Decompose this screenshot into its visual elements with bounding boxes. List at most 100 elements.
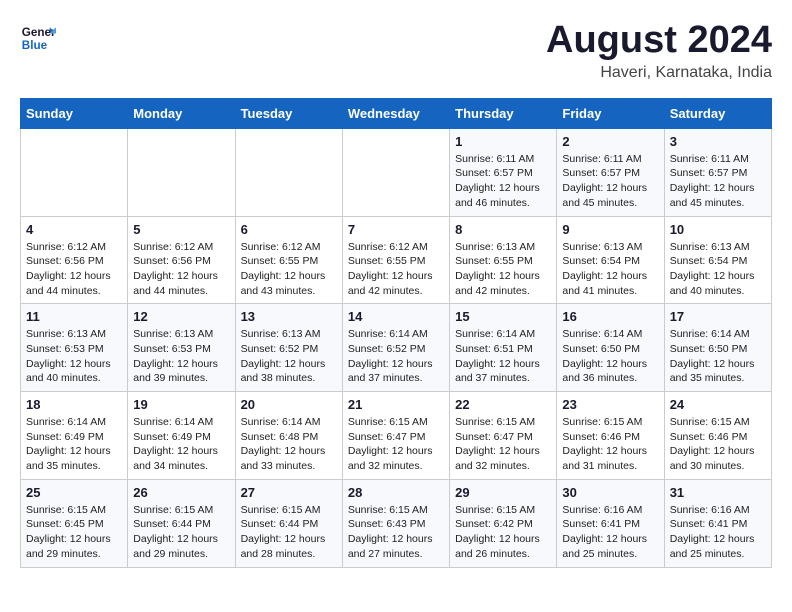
day-number: 16 <box>562 309 658 324</box>
calendar-week-row: 25Sunrise: 6:15 AMSunset: 6:45 PMDayligh… <box>21 479 772 567</box>
day-info: Sunrise: 6:13 AMSunset: 6:54 PMDaylight:… <box>670 240 766 299</box>
day-info: Sunrise: 6:15 AMSunset: 6:43 PMDaylight:… <box>348 503 444 562</box>
calendar-day-cell <box>128 128 235 216</box>
day-info: Sunrise: 6:14 AMSunset: 6:49 PMDaylight:… <box>26 415 122 474</box>
calendar-day-cell: 21 Sunrise: 6:15 AMSunset: 6:47 PMDayligh… <box>342 392 449 480</box>
day-info: Sunrise: 6:13 AMSunset: 6:54 PMDaylight:… <box>562 240 658 299</box>
day-number: 29 <box>455 485 551 500</box>
calendar-subtitle: Haveri, Karnataka, India <box>546 64 772 82</box>
calendar-day-cell <box>235 128 342 216</box>
calendar-header-row: SundayMondayTuesdayWednesdayThursdayFrid… <box>21 98 772 128</box>
day-info: Sunrise: 6:16 AMSunset: 6:41 PMDaylight:… <box>562 503 658 562</box>
day-number: 6 <box>241 222 337 237</box>
day-info: Sunrise: 6:12 AMSunset: 6:56 PMDaylight:… <box>26 240 122 299</box>
calendar-week-row: 18 Sunrise: 6:14 AMSunset: 6:49 PMDayligh… <box>21 392 772 480</box>
day-info: Sunrise: 6:15 AMSunset: 6:47 PMDaylight:… <box>455 415 551 474</box>
day-of-week-header: Monday <box>128 98 235 128</box>
calendar-day-cell: 17 Sunrise: 6:14 AMSunset: 6:50 PMDayligh… <box>664 304 771 392</box>
day-number: 3 <box>670 134 766 149</box>
calendar-day-cell: 10 Sunrise: 6:13 AMSunset: 6:54 PMDayligh… <box>664 216 771 304</box>
day-number: 8 <box>455 222 551 237</box>
calendar-day-cell: 30 Sunrise: 6:16 AMSunset: 6:41 PMDayligh… <box>557 479 664 567</box>
day-number: 1 <box>455 134 551 149</box>
calendar-day-cell: 8 Sunrise: 6:13 AMSunset: 6:55 PMDaylight… <box>450 216 557 304</box>
day-info: Sunrise: 6:15 AMSunset: 6:42 PMDaylight:… <box>455 503 551 562</box>
day-number: 17 <box>670 309 766 324</box>
day-number: 2 <box>562 134 658 149</box>
day-info: Sunrise: 6:13 AMSunset: 6:53 PMDaylight:… <box>26 327 122 386</box>
calendar-day-cell: 2 Sunrise: 6:11 AMSunset: 6:57 PMDaylight… <box>557 128 664 216</box>
day-number: 10 <box>670 222 766 237</box>
day-number: 21 <box>348 397 444 412</box>
day-info: Sunrise: 6:14 AMSunset: 6:49 PMDaylight:… <box>133 415 229 474</box>
calendar-day-cell: 14Sunrise: 6:14 AMSunset: 6:52 PMDayligh… <box>342 304 449 392</box>
day-number: 24 <box>670 397 766 412</box>
calendar-day-cell: 26 Sunrise: 6:15 AMSunset: 6:44 PMDayligh… <box>128 479 235 567</box>
calendar-day-cell: 18 Sunrise: 6:14 AMSunset: 6:49 PMDayligh… <box>21 392 128 480</box>
day-of-week-header: Wednesday <box>342 98 449 128</box>
day-of-week-header: Thursday <box>450 98 557 128</box>
calendar-day-cell: 29 Sunrise: 6:15 AMSunset: 6:42 PMDayligh… <box>450 479 557 567</box>
day-info: Sunrise: 6:12 AMSunset: 6:55 PMDaylight:… <box>348 240 444 299</box>
day-number: 14 <box>348 309 444 324</box>
day-of-week-header: Friday <box>557 98 664 128</box>
day-number: 7 <box>348 222 444 237</box>
calendar-day-cell: 20Sunrise: 6:14 AMSunset: 6:48 PMDayligh… <box>235 392 342 480</box>
day-number: 26 <box>133 485 229 500</box>
day-info: Sunrise: 6:14 AMSunset: 6:51 PMDaylight:… <box>455 327 551 386</box>
calendar-day-cell: 4 Sunrise: 6:12 AMSunset: 6:56 PMDaylight… <box>21 216 128 304</box>
calendar-day-cell: 5Sunrise: 6:12 AMSunset: 6:56 PMDaylight… <box>128 216 235 304</box>
calendar-day-cell: 13Sunrise: 6:13 AMSunset: 6:52 PMDayligh… <box>235 304 342 392</box>
calendar-day-cell: 7 Sunrise: 6:12 AMSunset: 6:55 PMDaylight… <box>342 216 449 304</box>
calendar-day-cell: 28Sunrise: 6:15 AMSunset: 6:43 PMDayligh… <box>342 479 449 567</box>
day-number: 31 <box>670 485 766 500</box>
calendar-day-cell: 1Sunrise: 6:11 AMSunset: 6:57 PMDaylight… <box>450 128 557 216</box>
logo: General Blue <box>20 20 56 56</box>
day-number: 18 <box>26 397 122 412</box>
calendar-day-cell: 16 Sunrise: 6:14 AMSunset: 6:50 PMDayligh… <box>557 304 664 392</box>
day-number: 13 <box>241 309 337 324</box>
day-info: Sunrise: 6:14 AMSunset: 6:50 PMDaylight:… <box>562 327 658 386</box>
calendar-day-cell: 19 Sunrise: 6:14 AMSunset: 6:49 PMDayligh… <box>128 392 235 480</box>
day-info: Sunrise: 6:15 AMSunset: 6:47 PMDaylight:… <box>348 415 444 474</box>
calendar-day-cell: 27 Sunrise: 6:15 AMSunset: 6:44 PMDayligh… <box>235 479 342 567</box>
calendar-day-cell: 24 Sunrise: 6:15 AMSunset: 6:46 PMDayligh… <box>664 392 771 480</box>
day-number: 11 <box>26 309 122 324</box>
day-info: Sunrise: 6:11 AMSunset: 6:57 PMDaylight:… <box>562 152 658 211</box>
day-of-week-header: Saturday <box>664 98 771 128</box>
day-info: Sunrise: 6:15 AMSunset: 6:45 PMDaylight:… <box>26 503 122 562</box>
day-number: 4 <box>26 222 122 237</box>
day-number: 27 <box>241 485 337 500</box>
day-number: 30 <box>562 485 658 500</box>
day-number: 9 <box>562 222 658 237</box>
day-info: Sunrise: 6:15 AMSunset: 6:44 PMDaylight:… <box>133 503 229 562</box>
calendar-day-cell: 11 Sunrise: 6:13 AMSunset: 6:53 PMDayligh… <box>21 304 128 392</box>
day-info: Sunrise: 6:16 AMSunset: 6:41 PMDaylight:… <box>670 503 766 562</box>
day-info: Sunrise: 6:13 AMSunset: 6:55 PMDaylight:… <box>455 240 551 299</box>
day-info: Sunrise: 6:15 AMSunset: 6:46 PMDaylight:… <box>670 415 766 474</box>
calendar-day-cell: 22 Sunrise: 6:15 AMSunset: 6:47 PMDayligh… <box>450 392 557 480</box>
day-info: Sunrise: 6:13 AMSunset: 6:53 PMDaylight:… <box>133 327 229 386</box>
calendar-day-cell: 6Sunrise: 6:12 AMSunset: 6:55 PMDaylight… <box>235 216 342 304</box>
day-number: 20 <box>241 397 337 412</box>
day-number: 22 <box>455 397 551 412</box>
calendar-day-cell <box>342 128 449 216</box>
calendar-title: August 2024 <box>546 20 772 62</box>
day-of-week-header: Sunday <box>21 98 128 128</box>
day-info: Sunrise: 6:15 AMSunset: 6:44 PMDaylight:… <box>241 503 337 562</box>
calendar-day-cell: 25Sunrise: 6:15 AMSunset: 6:45 PMDayligh… <box>21 479 128 567</box>
calendar-week-row: 1 Sunrise: 6:11 AMSunset: 6:57 PMDaylight… <box>21 128 772 216</box>
day-number: 12 <box>133 309 229 324</box>
title-area: August 2024 Haveri, Karnataka, India <box>546 20 772 82</box>
calendar-day-cell: 23Sunrise: 6:15 AMSunset: 6:46 PMDayligh… <box>557 392 664 480</box>
calendar-day-cell: 31 Sunrise: 6:16 AMSunset: 6:41 PMDayligh… <box>664 479 771 567</box>
day-info: Sunrise: 6:15 AMSunset: 6:46 PMDaylight:… <box>562 415 658 474</box>
day-info: Sunrise: 6:14 AMSunset: 6:50 PMDaylight:… <box>670 327 766 386</box>
day-info: Sunrise: 6:11 AMSunset: 6:57 PMDaylight:… <box>670 152 766 211</box>
calendar-week-row: 4 Sunrise: 6:12 AMSunset: 6:56 PMDaylight… <box>21 216 772 304</box>
logo-icon: General Blue <box>20 20 56 56</box>
calendar-table: SundayMondayTuesdayWednesdayThursdayFrid… <box>20 98 772 568</box>
day-number: 5 <box>133 222 229 237</box>
day-of-week-header: Tuesday <box>235 98 342 128</box>
day-number: 19 <box>133 397 229 412</box>
